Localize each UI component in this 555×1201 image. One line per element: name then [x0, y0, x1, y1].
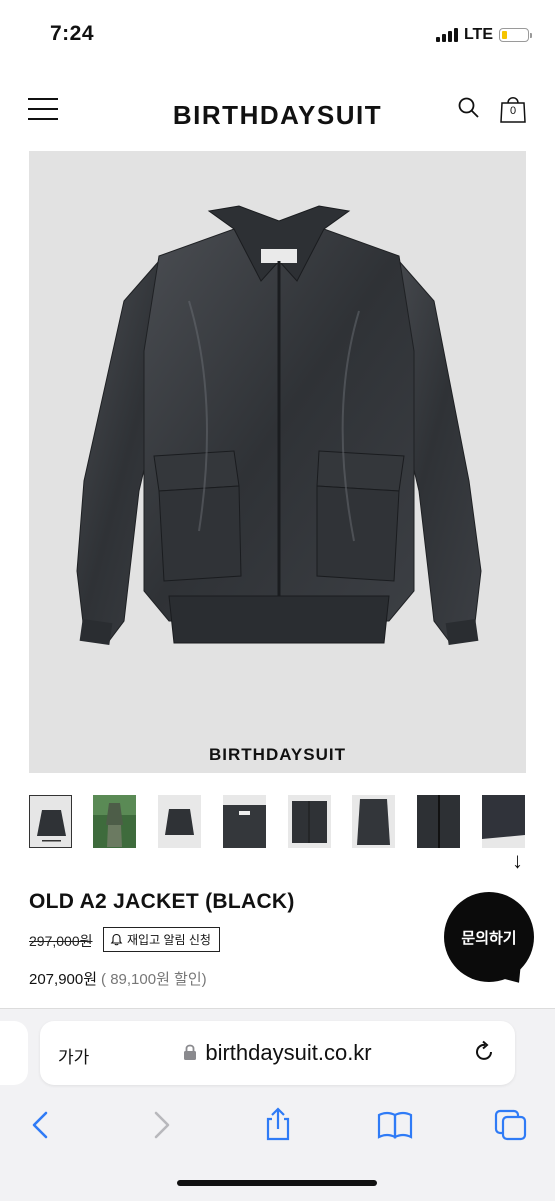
restock-alert-button[interactable]: 재입고 알림 신청 [103, 927, 220, 952]
status-indicators: LTE [435, 26, 532, 44]
home-indicator [177, 1180, 377, 1186]
sale-price-row: 207,900원( 89,100원 할인) [29, 968, 207, 989]
signal-icon [435, 28, 458, 42]
reload-icon[interactable] [471, 1039, 497, 1065]
back-icon[interactable] [22, 1105, 62, 1145]
browser-chrome: 가가 birthdaysuit.co.kr [0, 1008, 555, 1201]
thumbnail-collar[interactable] [223, 795, 266, 848]
arrow-down-icon[interactable]: ↓ [512, 848, 523, 874]
network-type: LTE [463, 26, 493, 43]
lock-icon [184, 1044, 197, 1061]
share-icon[interactable] [258, 1105, 298, 1145]
thumbnail-side[interactable] [352, 795, 395, 848]
sale-price: 207,900원 [29, 971, 98, 988]
battery-icon [499, 28, 532, 42]
thumbnail-detail-pocket[interactable] [288, 795, 331, 848]
thumbnail-strip [29, 795, 526, 850]
tabs-icon[interactable] [492, 1105, 532, 1145]
image-brand-label: BIRTHDAYSUIT [209, 745, 346, 764]
original-price: 297,000원 [29, 933, 93, 949]
thumbnail-front-2[interactable] [158, 795, 201, 848]
site-header: BIRTHDAYSUIT 0 [0, 80, 555, 140]
status-time: 7:24 [50, 22, 95, 45]
jacket-illustration [76, 205, 482, 645]
thumbnail-texture[interactable] [482, 795, 525, 848]
forward-icon[interactable] [142, 1105, 182, 1145]
previous-tab-preview[interactable] [0, 1021, 28, 1085]
url-display[interactable]: birthdaysuit.co.kr [40, 1040, 515, 1066]
product-main-image[interactable]: BIRTHDAYSUIT [29, 151, 526, 773]
inquiry-label: 문의하기 [461, 929, 517, 947]
inquiry-chat-button[interactable]: 문의하기 [444, 892, 534, 982]
thumbnail-model[interactable] [93, 795, 136, 848]
address-bar[interactable]: 가가 birthdaysuit.co.kr [40, 1021, 515, 1085]
search-icon[interactable] [457, 96, 481, 120]
product-title: OLD A2 JACKET (BLACK) [29, 890, 295, 913]
url-text: birthdaysuit.co.kr [205, 1040, 372, 1065]
thumbnail-zipper[interactable] [417, 795, 460, 848]
bookmarks-icon[interactable] [375, 1105, 415, 1145]
thumbnail-front[interactable] [29, 795, 72, 848]
bell-icon [110, 933, 123, 946]
restock-alert-label: 재입고 알림 신청 [127, 933, 211, 947]
browser-toolbar [0, 1105, 555, 1145]
status-bar: 7:24 LTE [0, 0, 555, 70]
cart-count: 0 [509, 105, 517, 117]
shopping-bag-icon[interactable]: 0 [499, 94, 527, 124]
discount-amount: ( 89,100원 할인) [101, 971, 207, 988]
